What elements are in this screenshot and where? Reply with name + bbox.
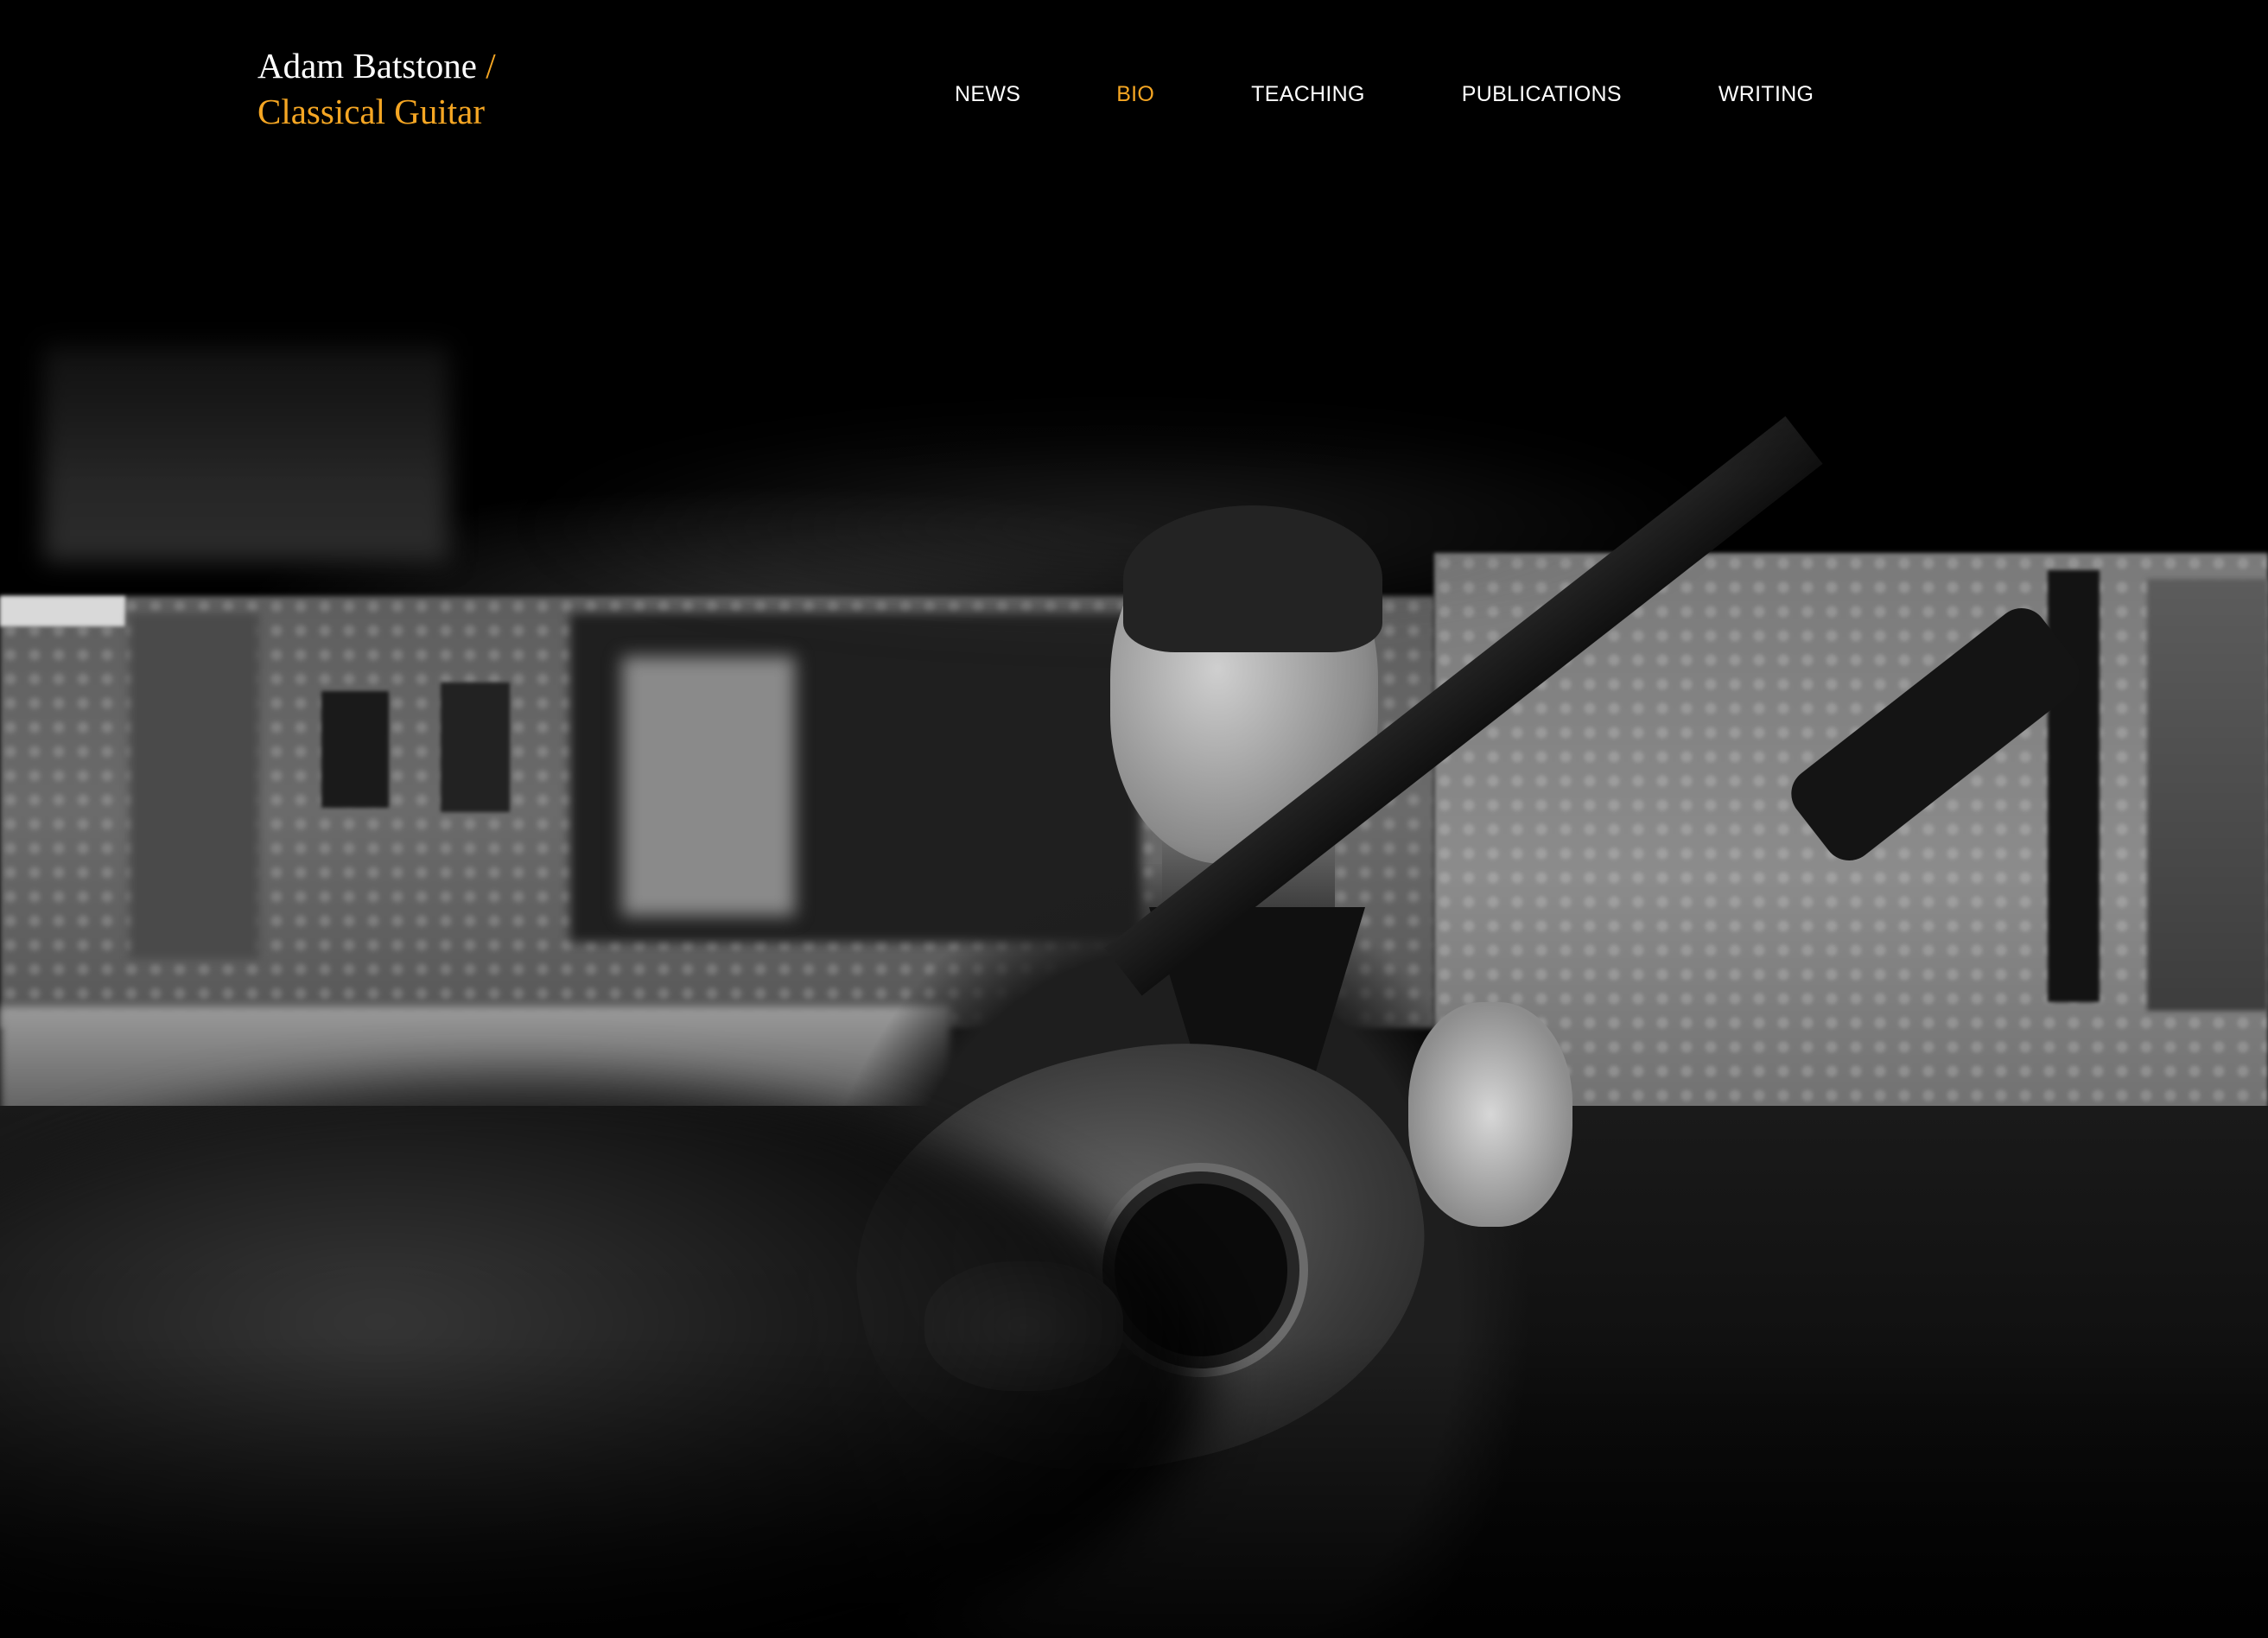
nav-item-bio[interactable]: BIO — [1116, 82, 1154, 107]
site-name: Adam Batstone — [257, 46, 486, 86]
nav-item-teaching[interactable]: TEACHING — [1251, 82, 1365, 107]
site-subtitle: Classical Guitar — [257, 92, 486, 131]
main-nav: NEWS BIO TEACHING PUBLICATIONS WRITING — [955, 82, 1814, 107]
page: Adam Batstone / Classical Guitar NEWS BI… — [0, 0, 2268, 1638]
site-logo[interactable]: Adam Batstone / Classical Guitar — [257, 43, 496, 135]
nav-item-publications[interactable]: PUBLICATIONS — [1462, 82, 1622, 107]
logo-separator: / — [486, 46, 496, 86]
nav-item-news[interactable]: NEWS — [955, 82, 1020, 107]
hero-photo — [0, 0, 2268, 1638]
hero-vignette — [0, 0, 2268, 1638]
nav-item-writing[interactable]: WRITING — [1718, 82, 1814, 107]
